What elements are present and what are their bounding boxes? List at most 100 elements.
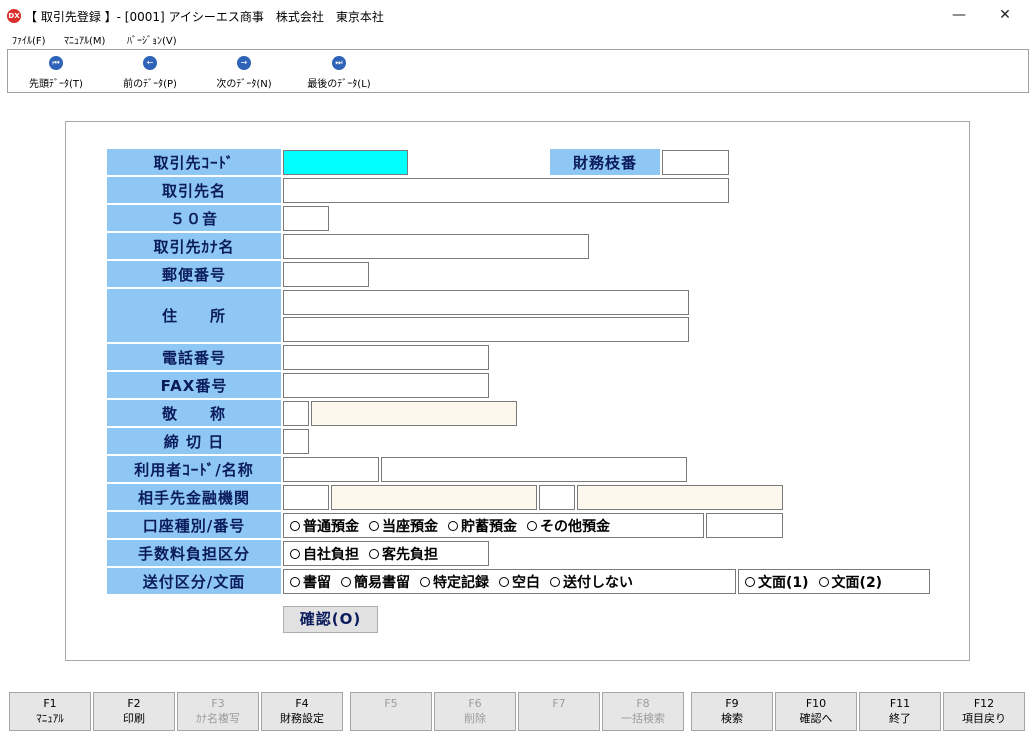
radio-letter-2[interactable]: 文面(2) — [818, 572, 883, 592]
radio-circle-icon — [448, 520, 458, 531]
user-code-input[interactable] — [283, 457, 379, 482]
zip-input[interactable] — [283, 262, 369, 287]
radio-futsu[interactable]: 普通預金 — [290, 516, 359, 536]
fkey-f12[interactable]: F12 項目戻り — [943, 692, 1025, 731]
fkey-f7: F7 — [518, 692, 600, 731]
fkey-number: F9 — [725, 697, 739, 710]
address-line2-input[interactable] — [283, 317, 689, 342]
last-record-icon: ⏭ — [332, 56, 346, 70]
last-record-label: 最後のﾃﾞｰﾀ(L) — [307, 79, 371, 90]
first-record-icon: ⏮ — [49, 56, 63, 70]
label-user: 利用者ｺｰﾄﾞ/名称 — [107, 456, 281, 482]
fax-input[interactable] — [283, 373, 489, 398]
label-address: 住 所 — [107, 289, 281, 342]
menu-file[interactable]: ﾌｧｲﾙ(F) — [12, 32, 46, 47]
next-record-button[interactable]: → 次のﾃﾞｰﾀ(N) — [206, 53, 282, 91]
radio-kani-kakitome[interactable]: 簡易書留 — [341, 572, 410, 592]
radio-letter-2-label: 文面(2) — [831, 574, 883, 591]
label-gojuon: ５０音 — [107, 205, 281, 231]
radio-circle-icon — [550, 576, 560, 587]
fkey-number: F6 — [468, 697, 482, 710]
radio-letter-1[interactable]: 文面(1) — [745, 572, 809, 592]
label-account: 口座種別/番号 — [107, 512, 281, 538]
user-name-input[interactable] — [381, 457, 687, 482]
bank-name-display — [331, 485, 537, 510]
radio-kyakusaki-label: 客先負担 — [382, 546, 438, 563]
radio-chochiku-label: 貯蓄預金 — [461, 518, 517, 535]
branch-name-display — [577, 485, 783, 510]
label-code: 取引先ｺｰﾄﾞ — [107, 149, 281, 175]
fkey-f9[interactable]: F9 検索 — [691, 692, 773, 731]
radio-jisha[interactable]: 自社負担 — [290, 544, 359, 564]
radio-futsu-label: 普通預金 — [303, 518, 359, 535]
fkey-label: 確認へ — [799, 712, 833, 725]
fkey-f11[interactable]: F11 終了 — [859, 692, 941, 731]
zaimu-input[interactable] — [662, 150, 729, 175]
label-fax: FAX番号 — [107, 372, 281, 398]
confirm-button[interactable]: 確認(O) — [283, 606, 378, 633]
fkey-f2[interactable]: F2 印刷 — [93, 692, 175, 731]
fkey-number: F7 — [552, 697, 566, 710]
branch-code-input[interactable] — [539, 485, 575, 510]
radio-circle-icon — [527, 520, 537, 531]
fkey-number: F3 — [211, 697, 225, 710]
radio-circle-icon — [341, 576, 351, 587]
radio-circle-icon — [818, 576, 829, 587]
radio-tokutei-label: 特定記録 — [433, 574, 489, 591]
next-record-icon: → — [237, 56, 251, 70]
fkey-f10[interactable]: F10 確認へ — [775, 692, 857, 731]
minimize-button[interactable]: — — [936, 0, 982, 30]
radio-kakitome[interactable]: 書留 — [290, 572, 331, 592]
fkey-label: 検索 — [721, 712, 743, 725]
fkey-f8: F8 一括検索 — [602, 692, 684, 731]
label-zip: 郵便番号 — [107, 261, 281, 287]
menu-manual[interactable]: ﾏﾆｭｱﾙ(M) — [64, 32, 105, 47]
tel-input[interactable] — [283, 345, 489, 370]
first-record-button[interactable]: ⏮ 先頭ﾃﾞｰﾀ(T) — [18, 53, 94, 91]
radio-sonota[interactable]: その他預金 — [527, 516, 610, 536]
fkey-f4[interactable]: F4 財務設定 — [261, 692, 343, 731]
fkey-number: F1 — [43, 697, 57, 710]
menu-version[interactable]: ﾊﾞｰｼﾞｮﾝ(V) — [127, 32, 177, 47]
fkey-number: F8 — [636, 697, 650, 710]
bank-code-input[interactable] — [283, 485, 329, 510]
fkey-f5: F5 — [350, 692, 432, 731]
fkey-label: 印刷 — [123, 712, 145, 725]
fkey-label: 一括検索 — [621, 712, 665, 725]
radio-tokutei[interactable]: 特定記録 — [420, 572, 489, 592]
previous-record-button[interactable]: ← 前のﾃﾞｰﾀ(P) — [112, 53, 188, 91]
radio-kyakusaki[interactable]: 客先負担 — [369, 544, 438, 564]
fkey-number: F5 — [384, 697, 398, 710]
radio-kuhaku[interactable]: 空白 — [499, 572, 540, 592]
previous-record-label: 前のﾃﾞｰﾀ(P) — [123, 79, 177, 90]
close-button[interactable]: ✕ — [982, 0, 1028, 30]
last-record-button[interactable]: ⏭ 最後のﾃﾞｰﾀ(L) — [296, 53, 382, 91]
radio-circle-icon — [369, 548, 379, 559]
code-input[interactable] — [283, 150, 408, 175]
name-input[interactable] — [283, 178, 729, 203]
fkey-f6: F6 削除 — [434, 692, 516, 731]
first-record-label: 先頭ﾃﾞｰﾀ(T) — [29, 79, 83, 90]
kana-input[interactable] — [283, 234, 589, 259]
closing-day-input[interactable] — [283, 429, 309, 454]
radio-toza-label: 当座預金 — [382, 518, 438, 535]
radio-toza[interactable]: 当座預金 — [369, 516, 438, 536]
radio-circle-icon — [369, 520, 379, 531]
label-bank: 相手先金融機関 — [107, 484, 281, 510]
send-group: 書留 簡易書留 特定記録 空白 送付しない — [283, 569, 736, 594]
address-line1-input[interactable] — [283, 290, 689, 315]
honorific-code-input[interactable] — [283, 401, 309, 426]
previous-record-icon: ← — [143, 56, 157, 70]
radio-no-send[interactable]: 送付しない — [550, 572, 633, 592]
account-number-input[interactable] — [706, 513, 783, 538]
radio-circle-icon — [290, 520, 300, 531]
radio-circle-icon — [290, 576, 300, 587]
next-record-label: 次のﾃﾞｰﾀ(N) — [216, 79, 272, 90]
gojuon-input[interactable] — [283, 206, 329, 231]
fkey-number: F4 — [295, 697, 309, 710]
radio-chochiku[interactable]: 貯蓄預金 — [448, 516, 517, 536]
label-closing: 締 切 日 — [107, 428, 281, 454]
fkey-f1[interactable]: F1 ﾏﾆｭｱﾙ — [9, 692, 91, 731]
fkey-number: F10 — [805, 697, 827, 710]
fkey-label: 項目戻り — [962, 712, 1006, 725]
